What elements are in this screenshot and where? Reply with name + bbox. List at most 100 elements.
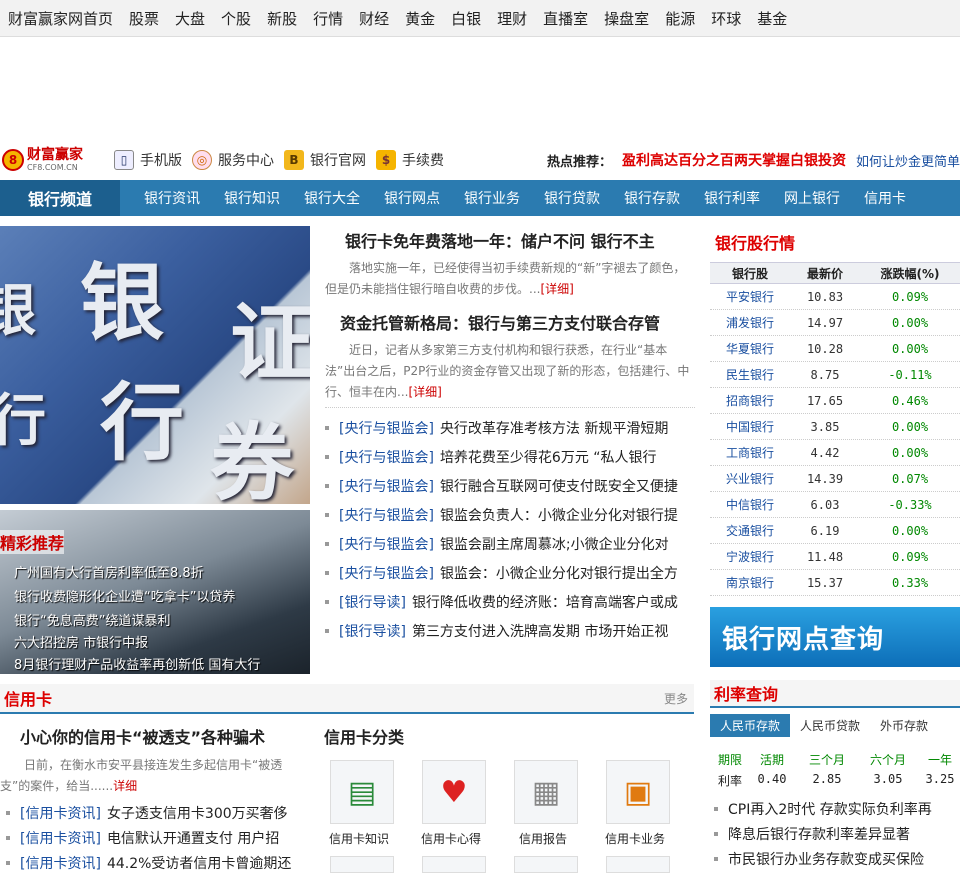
stock-name[interactable]: 民生银行: [710, 366, 790, 383]
news-category[interactable]: [银行导读]: [339, 592, 406, 612]
topnav-item[interactable]: 理财: [489, 8, 535, 29]
news-category[interactable]: [信用卡资讯]: [20, 828, 101, 848]
table-row[interactable]: 中信银行 6.03 -0.33%: [710, 492, 960, 518]
channel-item[interactable]: 银行大全: [304, 188, 360, 208]
card-icon[interactable]: [606, 856, 670, 873]
credit-category-label[interactable]: 信用卡心得: [405, 830, 497, 847]
hot-link-red[interactable]: 盈利高达百分之百两天掌握白银投资: [622, 150, 846, 170]
header-link-bank-site[interactable]: B 银行官网: [284, 150, 366, 170]
article-detail-link[interactable]: [详细]: [408, 385, 441, 399]
table-row[interactable]: 招商银行 17.65 0.46%: [710, 388, 960, 414]
credit-category-item[interactable]: ▦: [514, 760, 606, 824]
table-row[interactable]: 南京银行 15.37 0.33%: [710, 570, 960, 596]
stock-name[interactable]: 工商银行: [710, 444, 790, 461]
topnav-item[interactable]: 环球: [703, 8, 749, 29]
topnav-item[interactable]: 股票: [121, 8, 167, 29]
credit-main-title[interactable]: 小心你的信用卡“被透支”各种骗术: [20, 724, 265, 748]
news-title[interactable]: 银监会副主席周慕冰;小微企业分化对: [440, 534, 669, 554]
channel-item[interactable]: 银行贷款: [544, 188, 600, 208]
recommend-item[interactable]: 六大招控房 市银行中报: [14, 632, 148, 651]
topnav-item[interactable]: 新股: [259, 8, 305, 29]
list-item[interactable]: [银行导读] 第三方支付进入洗牌高发期 市场开始正视: [325, 616, 695, 645]
rate-news-title[interactable]: 降息后银行存款利率差异显著: [728, 824, 910, 844]
rate-news-title[interactable]: CPI再入2时代 存款实际负利率再: [728, 799, 932, 819]
topnav-item[interactable]: 白银: [443, 8, 489, 29]
channel-item[interactable]: 银行存款: [624, 188, 680, 208]
list-item[interactable]: [央行与银监会] 银监会：小微企业分化对银行提出全方: [325, 558, 695, 587]
rate-news-title[interactable]: 市民银行办业务存款变成买保险: [728, 849, 924, 869]
list-item[interactable]: [央行与银监会] 银行融合互联网可使支付既安全又便捷: [325, 471, 695, 500]
news-category[interactable]: [央行与银监会]: [339, 563, 434, 583]
card-icon[interactable]: [422, 856, 486, 873]
news-category[interactable]: [银行导读]: [339, 621, 406, 641]
news-title[interactable]: 第三方支付进入洗牌高发期 市场开始正视: [412, 621, 668, 641]
list-item[interactable]: [信用卡资讯] 女子透支信用卡300万买奢侈: [6, 800, 306, 825]
channel-title[interactable]: 银行频道: [0, 180, 120, 216]
news-category[interactable]: [信用卡资讯]: [20, 803, 101, 823]
news-title[interactable]: 44.2%受访者信用卡曾逾期还: [107, 853, 291, 873]
header-link-service[interactable]: ◎ 服务中心: [192, 150, 274, 170]
topnav-item[interactable]: 黄金: [397, 8, 443, 29]
channel-item[interactable]: 信用卡: [864, 188, 906, 208]
credit-detail-link[interactable]: 详细: [113, 779, 137, 793]
stock-name[interactable]: 平安银行: [710, 288, 790, 305]
channel-item[interactable]: 银行网点: [384, 188, 440, 208]
list-item[interactable]: CPI再入2时代 存款实际负利率再: [712, 796, 960, 821]
stock-name[interactable]: 招商银行: [710, 392, 790, 409]
channel-item[interactable]: 网上银行: [784, 188, 840, 208]
tab-rmb-deposit[interactable]: 人民币存款: [710, 714, 791, 737]
news-title[interactable]: 银行融合互联网可使支付既安全又便捷: [440, 476, 678, 496]
table-row[interactable]: 浦发银行 14.97 0.00%: [710, 310, 960, 336]
article-title[interactable]: 资金托管新格局：银行与第三方支付联合存管: [340, 310, 660, 334]
list-item[interactable]: [央行与银监会] 央行改革存准考核方法 新规平滑短期: [325, 413, 695, 442]
news-title[interactable]: 培养花费至少得花6万元 “私人银行: [440, 447, 657, 467]
article-detail-link[interactable]: [详细]: [540, 282, 573, 296]
table-row[interactable]: 中国银行 3.85 0.00%: [710, 414, 960, 440]
hot-link-blue[interactable]: 如何让炒金更简单: [856, 151, 960, 170]
feature-image-bank-sign[interactable]: 银 行 证 券 银 行: [0, 226, 310, 504]
credit-category-label[interactable]: 信用卡知识: [313, 830, 405, 847]
branch-search-banner[interactable]: 银行网点查询: [710, 607, 960, 667]
topnav-item[interactable]: 个股: [213, 8, 259, 29]
news-category[interactable]: [信用卡资讯]: [20, 853, 101, 873]
article-title[interactable]: 银行卡免年费落地一年：储户不问 银行不主: [345, 228, 655, 252]
stock-name[interactable]: 兴业银行: [710, 470, 790, 487]
stock-name[interactable]: 中信银行: [710, 496, 790, 513]
table-row[interactable]: 华夏银行 10.28 0.00%: [710, 336, 960, 362]
news-title[interactable]: 银监会：小微企业分化对银行提出全方: [440, 563, 678, 583]
topnav-item[interactable]: 操盘室: [596, 8, 657, 29]
list-item[interactable]: [银行导读] 银行降低收费的经济账：培育高端客户或成: [325, 587, 695, 616]
tab-foreign-deposit[interactable]: 外币存款: [870, 714, 938, 737]
news-title[interactable]: 央行改革存准考核方法 新规平滑短期: [440, 418, 668, 438]
stock-name[interactable]: 交通银行: [710, 522, 790, 539]
news-category[interactable]: [央行与银监会]: [339, 476, 434, 496]
credit-category-item[interactable]: ▤: [330, 760, 422, 824]
site-logo[interactable]: 8 财富赢家 CF8.COM.CN: [0, 142, 104, 178]
news-title[interactable]: 女子透支信用卡300万买奢侈: [107, 803, 288, 823]
stock-name[interactable]: 宁波银行: [710, 548, 790, 565]
news-category[interactable]: [央行与银监会]: [339, 534, 434, 554]
credit-category-item[interactable]: ♥: [422, 760, 514, 824]
credit-category-item[interactable]: ▣: [606, 760, 698, 824]
credit-category-label[interactable]: 信用卡业务: [589, 830, 681, 847]
tab-rmb-loan[interactable]: 人民币贷款: [790, 714, 870, 737]
table-row[interactable]: 工商银行 4.42 0.00%: [710, 440, 960, 466]
table-row[interactable]: 民生银行 8.75 -0.11%: [710, 362, 960, 388]
recommend-item[interactable]: 广州国有大行首房利率低至8.8折: [14, 562, 204, 581]
topnav-item[interactable]: 基金: [749, 8, 795, 29]
list-item[interactable]: [央行与银监会] 银监会副主席周慕冰;小微企业分化对: [325, 529, 695, 558]
card-icon[interactable]: [514, 856, 578, 873]
stock-name[interactable]: 浦发银行: [710, 314, 790, 331]
topnav-item[interactable]: 能源: [657, 8, 703, 29]
channel-item[interactable]: 银行业务: [464, 188, 520, 208]
channel-item[interactable]: 银行知识: [224, 188, 280, 208]
header-link-fees[interactable]: $ 手续费: [376, 150, 444, 170]
credit-category-label[interactable]: 信用报告: [497, 830, 589, 847]
recommend-item[interactable]: 银行“免息高费”绕道谋暴利: [14, 610, 170, 629]
news-category[interactable]: [央行与银监会]: [339, 505, 434, 525]
table-row[interactable]: 交通银行 6.19 0.00%: [710, 518, 960, 544]
news-title[interactable]: 银行降低收费的经济账：培育高端客户或成: [412, 592, 678, 612]
news-category[interactable]: [央行与银监会]: [339, 447, 434, 467]
list-item[interactable]: 市民银行办业务存款变成买保险: [712, 846, 960, 871]
stock-name[interactable]: 南京银行: [710, 574, 790, 591]
